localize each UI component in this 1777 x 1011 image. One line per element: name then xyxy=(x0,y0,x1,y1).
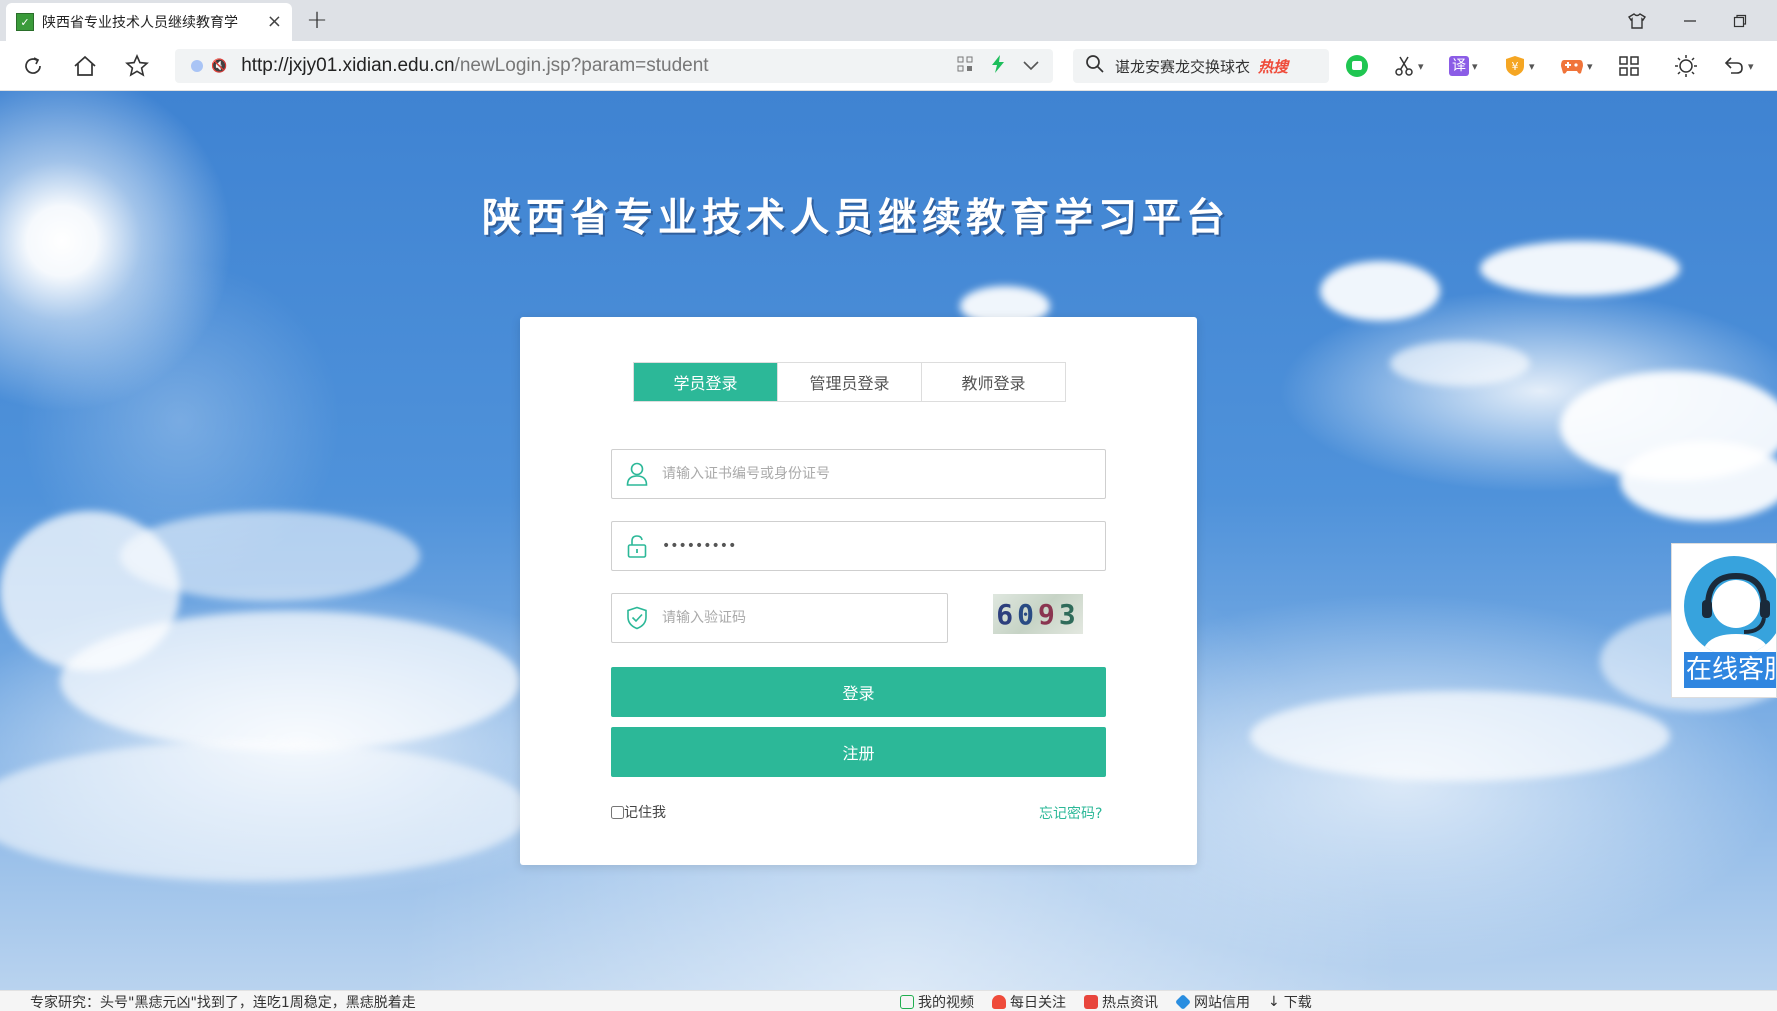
status-item-label: 热点资讯 xyxy=(1102,995,1158,1011)
search-icon[interactable] xyxy=(1085,54,1105,78)
star-icon[interactable] xyxy=(123,52,151,80)
login-button[interactable]: 登录 xyxy=(611,667,1106,717)
password-input[interactable] xyxy=(662,523,1105,569)
lock-icon xyxy=(612,522,662,570)
status-item-download[interactable]: ↓ 下载 xyxy=(1268,992,1312,1011)
qr-icon[interactable] xyxy=(957,56,973,76)
minimize-icon[interactable] xyxy=(1678,9,1702,33)
forgot-password-link[interactable]: 忘记密码? xyxy=(1039,803,1102,823)
user-icon xyxy=(612,450,662,498)
username-input[interactable] xyxy=(662,451,1105,497)
url-path: /newLogin.jsp?param=student xyxy=(454,55,709,76)
grid-icon[interactable] xyxy=(1618,53,1640,79)
status-item-site-credit[interactable]: 网站信用 xyxy=(1175,992,1250,1011)
search-box[interactable]: 谌龙安赛龙交换球衣 热搜 xyxy=(1073,49,1329,83)
coin-icon[interactable]: ¥ ▾ xyxy=(1504,53,1535,79)
captcha-field xyxy=(611,593,948,643)
tab-title: 陕西省专业技术人员继续教育学 xyxy=(42,15,238,31)
status-item-daily-focus[interactable]: 每日关注 xyxy=(992,992,1066,1011)
news-icon xyxy=(1084,995,1098,1009)
status-item-label: 下载 xyxy=(1283,995,1312,1011)
login-role-tabs: 学员登录 管理员登录 教师登录 xyxy=(633,362,1066,402)
undo-icon[interactable]: ▾ xyxy=(1723,53,1754,79)
status-item-label: 每日关注 xyxy=(1010,995,1066,1011)
game-icon[interactable]: ▾ xyxy=(1560,53,1593,79)
remember-me[interactable]: 记住我 xyxy=(611,802,666,822)
status-item-label: 网站信用 xyxy=(1194,995,1250,1011)
username-field xyxy=(611,449,1106,499)
captcha-input[interactable] xyxy=(662,595,947,641)
cloud-decoration xyxy=(120,511,420,601)
browser-tab-strip: ✓ 陕西省专业技术人员继续教育学 × + xyxy=(0,0,1777,41)
scissors-icon[interactable]: ▾ xyxy=(1393,53,1424,79)
cloud-decoration xyxy=(0,741,530,881)
login-card: 学员登录 管理员登录 教师登录 6093 登录 注册 xyxy=(520,317,1197,865)
online-service-widget[interactable]: 在线客服 xyxy=(1671,543,1777,698)
address-bar[interactable]: 🔇 http://jxjy01.xidian.edu.cn/newLogin.j… xyxy=(175,49,1053,83)
captcha-digit: 9 xyxy=(1038,597,1059,631)
tab-student-login[interactable]: 学员登录 xyxy=(634,363,778,401)
browser-toolbar: 🔇 http://jxjy01.xidian.edu.cn/newLogin.j… xyxy=(0,41,1777,91)
news-ticker[interactable]: 专家研究：头号"黑痣元凶"找到了，连吃1周稳定，黑痣脱着走 xyxy=(30,992,416,1011)
status-item-label: 我的视频 xyxy=(918,995,974,1011)
customer-service-headset-icon xyxy=(1684,556,1776,656)
shirt-icon[interactable] xyxy=(1625,9,1649,33)
captcha-image[interactable]: 6093 xyxy=(993,594,1083,634)
status-item-my-video[interactable]: 我的视频 xyxy=(900,992,974,1011)
captcha-digit: 0 xyxy=(1017,597,1038,631)
browser-status-bar: 专家研究：头号"黑痣元凶"找到了，连吃1周稳定，黑痣脱着走 我的视频 每日关注 … xyxy=(0,990,1777,1011)
restore-icon[interactable] xyxy=(1728,9,1752,33)
home-icon[interactable] xyxy=(71,52,99,80)
remember-me-checkbox[interactable] xyxy=(611,805,624,819)
svg-text:¥: ¥ xyxy=(1512,60,1519,73)
reload-icon[interactable] xyxy=(19,52,47,80)
captcha-digit: 6 xyxy=(996,597,1018,631)
browser-tab[interactable]: ✓ 陕西省专业技术人员继续教育学 × xyxy=(6,3,292,41)
remember-me-label: 记住我 xyxy=(624,805,666,821)
page-content: 陕西省专业技术人员继续教育学习平台 学员登录 管理员登录 教师登录 请输入证书编… xyxy=(0,91,1777,990)
site-favicon-icon: ✓ xyxy=(16,13,34,31)
translate-icon[interactable]: 译 ▾ xyxy=(1449,53,1478,79)
register-button[interactable]: 注册 xyxy=(611,727,1106,777)
url-text[interactable]: http://jxjy01.xidian.edu.cn/newLogin.jsp… xyxy=(241,55,708,77)
password-field xyxy=(611,521,1106,571)
download-icon: ↓ xyxy=(1268,994,1280,1010)
cloud-decoration xyxy=(1480,241,1680,296)
cloud-decoration xyxy=(1620,441,1777,521)
tab-close-icon[interactable]: × xyxy=(267,13,282,31)
status-bar-items: 我的视频 每日关注 热点资讯 网站信用 ↓ 下载 xyxy=(900,992,1312,1011)
hot-search-badge: 热搜 xyxy=(1258,57,1289,76)
page-title: 陕西省专业技术人员继续教育学习平台 xyxy=(482,196,1231,241)
diamond-icon xyxy=(1175,994,1191,1010)
cloud-decoration xyxy=(1320,261,1440,321)
url-host: http://jxjy01.xidian.edu.cn xyxy=(241,55,455,76)
translate-label: 译 xyxy=(1449,56,1469,76)
flame-icon xyxy=(992,995,1006,1009)
tab-teacher-login[interactable]: 教师登录 xyxy=(922,363,1065,401)
cloud-decoration xyxy=(60,611,520,751)
new-tab-button[interactable]: + xyxy=(303,6,331,34)
shield-check-icon xyxy=(612,594,662,642)
play-icon xyxy=(900,995,914,1009)
site-info-icon[interactable] xyxy=(191,60,203,72)
mute-icon[interactable]: 🔇 xyxy=(211,59,227,74)
cloud-decoration xyxy=(1390,341,1530,386)
chevron-down-icon[interactable] xyxy=(1023,57,1039,75)
cloud-decoration xyxy=(1250,691,1670,781)
lightning-icon[interactable] xyxy=(991,55,1005,77)
status-item-hot-news[interactable]: 热点资讯 xyxy=(1084,992,1158,1011)
brightness-icon[interactable] xyxy=(1674,53,1698,79)
tab-admin-login[interactable]: 管理员登录 xyxy=(778,363,922,401)
search-suggestion[interactable]: 谌龙安赛龙交换球衣 xyxy=(1115,56,1250,77)
online-service-label: 在线客服 xyxy=(1684,652,1776,688)
wechat-icon[interactable] xyxy=(1345,53,1369,79)
captcha-digit: 3 xyxy=(1058,597,1080,631)
